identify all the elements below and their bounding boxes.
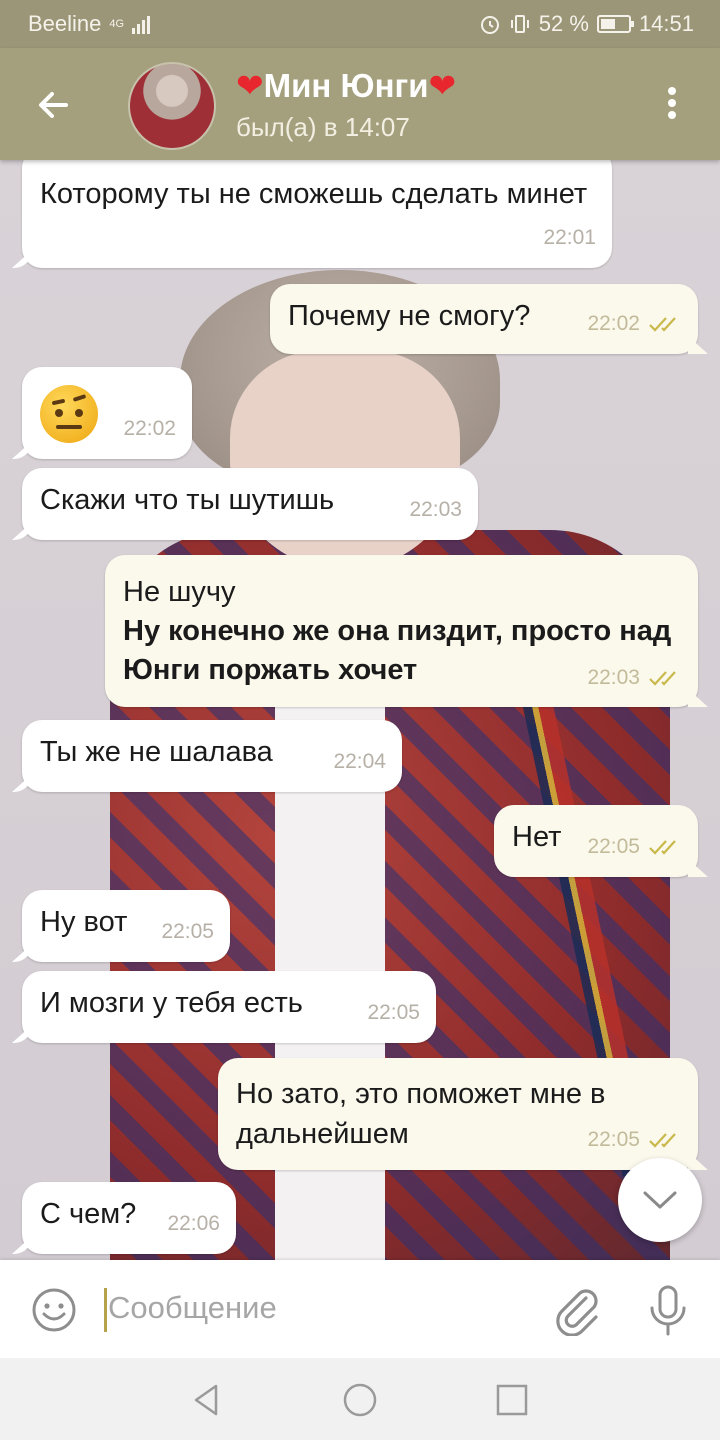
message-time: 22:03 [587, 666, 640, 689]
message-time: 22:03 [409, 498, 462, 521]
message-time: 22:05 [587, 1128, 640, 1151]
smiley-icon[interactable] [30, 1286, 78, 1334]
vibrate-icon [510, 15, 529, 33]
contact-name[interactable]: ❤Мин Юнги❤ [236, 66, 456, 105]
double-check-icon [649, 670, 676, 686]
microphone-icon[interactable] [646, 1284, 690, 1338]
nav-back-icon[interactable] [186, 1380, 226, 1420]
message-time: 22:02 [587, 312, 640, 335]
chevron-down-icon [643, 1191, 677, 1209]
carrier-name: Beeline [28, 11, 102, 36]
raised-eyebrow-emoji [40, 385, 98, 443]
scroll-to-bottom-button[interactable] [618, 1158, 702, 1242]
avatar[interactable] [128, 62, 216, 150]
alarm-icon [480, 16, 499, 34]
last-seen-status: был(а) в 14:07 [236, 112, 410, 142]
network-type: 4G [109, 17, 125, 30]
message-text: Которому ты не сможешь сделать минет [40, 178, 588, 210]
message-bubble-incoming[interactable]: Которому ты не сможешь сделать минет 22:… [22, 148, 612, 268]
status-bar: Beeline 4G 52 % 14:51 [0, 0, 720, 48]
message-composer [0, 1260, 720, 1358]
message-time: 22:01 [543, 226, 596, 249]
system-nav-bar [0, 1358, 720, 1440]
message-bubble-outgoing[interactable]: Не шучу Ну конечно же она пиздит, просто… [105, 555, 698, 707]
chat-header: ❤Мин Юнги❤ был(а) в 14:07 [0, 48, 720, 160]
battery-icon [596, 15, 634, 33]
more-vertical-icon[interactable] [658, 84, 686, 124]
message-bubble-incoming[interactable]: С чем? 22:06 [22, 1182, 236, 1254]
message-bubble-outgoing[interactable]: Почему не смогу? 22:02 [270, 284, 698, 354]
message-bubble-incoming[interactable]: 22:02 [22, 367, 192, 459]
message-time: 22:05 [161, 920, 214, 943]
message-time: 22:05 [367, 1001, 420, 1024]
message-bubble-incoming[interactable]: Ну вот 22:05 [22, 890, 230, 962]
paperclip-icon[interactable] [552, 1284, 602, 1336]
message-time: 22:04 [333, 750, 386, 773]
message-text: Не шучу [123, 576, 236, 608]
message-bubble-incoming[interactable]: И мозги у тебя есть 22:05 [22, 971, 436, 1043]
message-time: 22:02 [123, 417, 176, 440]
double-check-icon [649, 840, 676, 855]
clock: 14:51 [638, 11, 694, 36]
double-check-icon [649, 317, 676, 332]
heart-icon: ❤ [428, 67, 457, 104]
contact-name-text: Мин Юнги [263, 67, 429, 104]
message-text: Ты же не шалава [40, 736, 273, 768]
back-arrow-icon[interactable] [30, 82, 76, 128]
message-text: Скажи что ты шутишь [40, 484, 335, 516]
nav-recents-icon[interactable] [492, 1380, 532, 1420]
nav-home-icon[interactable] [340, 1380, 380, 1420]
message-bubble-outgoing[interactable]: Нет 22:05 [494, 805, 698, 877]
message-text: И мозги у тебя есть [40, 987, 303, 1019]
message-time: 22:05 [587, 835, 640, 858]
message-time: 22:06 [167, 1212, 220, 1235]
double-check-icon [649, 1133, 676, 1148]
message-bubble-incoming[interactable]: Скажи что ты шутишь 22:03 [22, 468, 478, 540]
message-bubble-outgoing[interactable]: Но зато, это поможет мне в дальнейшем 22… [218, 1058, 698, 1170]
battery-percent: 52 % [538, 11, 589, 36]
signal-icon [132, 14, 151, 34]
text-cursor [104, 1288, 107, 1332]
heart-icon: ❤ [236, 67, 264, 104]
message-input[interactable] [108, 1290, 528, 1326]
message-bubble-incoming[interactable]: Ты же не шалава 22:04 [22, 720, 402, 792]
